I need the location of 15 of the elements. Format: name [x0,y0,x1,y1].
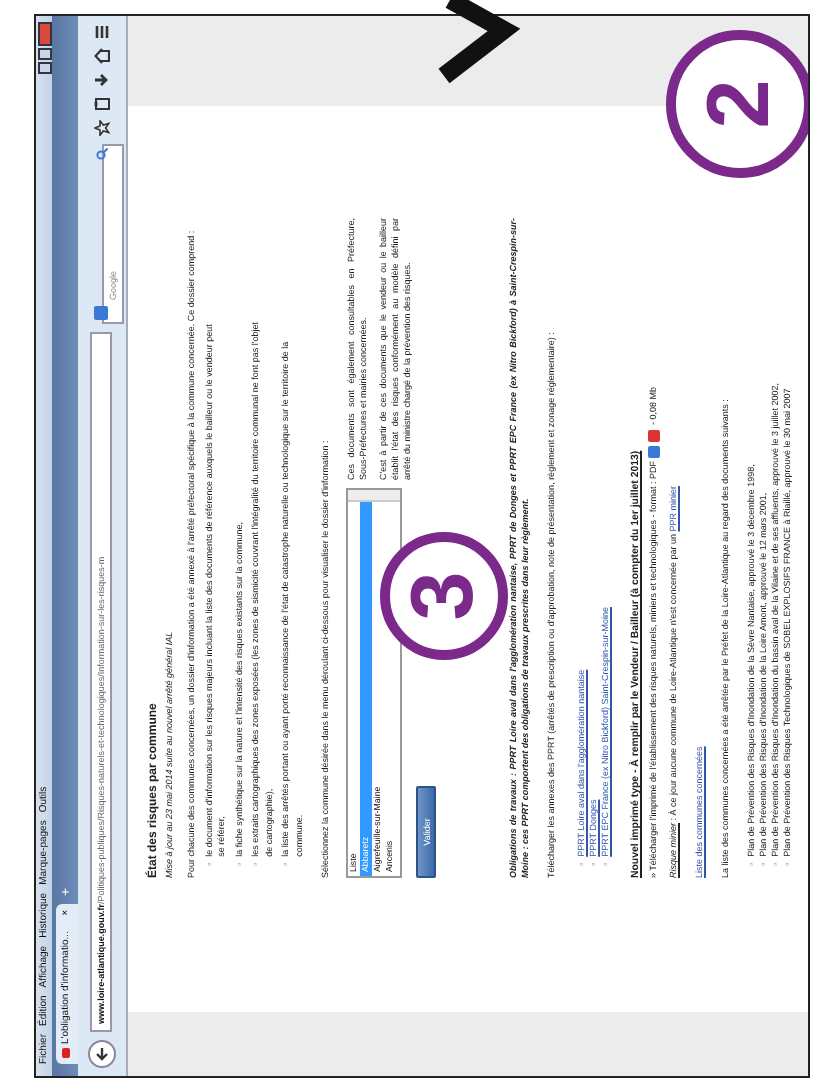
arrow-icon [93,1046,110,1062]
minimize-icon[interactable] [37,62,52,74]
menu-icon[interactable] [93,24,110,40]
scrollbar[interactable] [348,490,400,502]
home-icon[interactable] [93,48,110,64]
pdf-icon[interactable] [648,429,660,442]
download-icon[interactable] [93,72,110,88]
maximize-icon[interactable] [37,48,52,60]
search-engine-icon [94,306,109,320]
favicon-icon [62,1048,71,1058]
star-icon[interactable] [93,120,110,136]
back-button[interactable] [87,1040,116,1068]
search-icon[interactable] [95,148,108,160]
document-icon[interactable] [648,445,660,458]
close-icon[interactable] [37,22,52,46]
